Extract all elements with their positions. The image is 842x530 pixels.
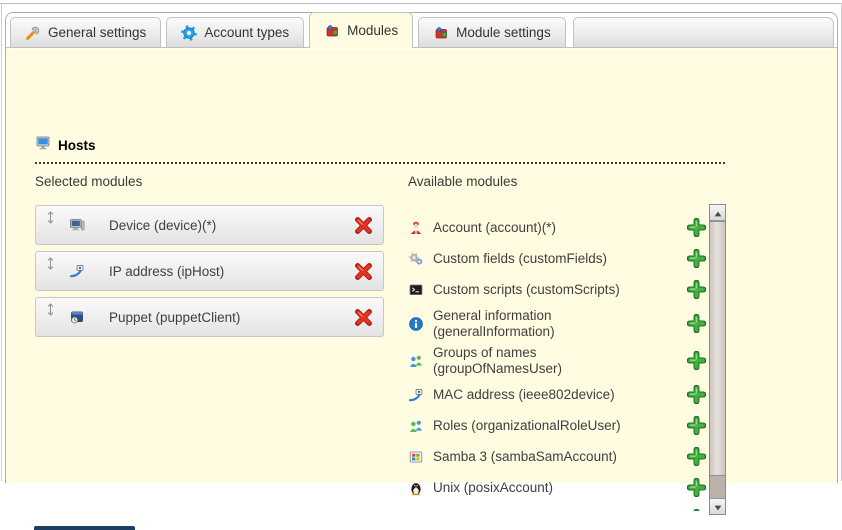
available-module-label: Roles (organizationalRoleUser) — [433, 418, 645, 434]
selected-module-row: Device (device)(*) — [35, 205, 384, 245]
available-module-label: Groups of names (groupOfNamesUser) — [433, 345, 645, 376]
available-modules-label: Available modules — [408, 174, 517, 189]
scroll-down-button[interactable] — [710, 498, 725, 514]
tab-label: Module settings — [456, 25, 551, 40]
add-module-button[interactable] — [687, 416, 706, 435]
drag-handle-icon[interactable] — [46, 303, 55, 316]
selected-module-label: IP address (ipHost) — [109, 264, 224, 279]
section-title: Hosts — [58, 138, 96, 153]
config-panel: General settings Account types Modules Modu… — [5, 12, 838, 483]
drag-handle-icon[interactable] — [46, 257, 55, 270]
available-module-label: Account (account)(*) — [433, 220, 645, 236]
available-module-row: Samba 3 (sambaSamAccount) — [408, 444, 706, 469]
add-icon — [687, 392, 706, 407]
outer-left-border — [1, 3, 2, 481]
tab-strip: General settings Account types Modules Modu… — [6, 13, 837, 48]
outer-top-border — [0, 3, 842, 4]
person-icon — [408, 220, 424, 236]
add-icon — [687, 287, 706, 302]
windows-icon — [408, 449, 424, 465]
add-module-button[interactable] — [687, 385, 706, 404]
available-module-label: Samba 3 (sambaSamAccount) — [433, 449, 645, 465]
add-icon — [687, 225, 706, 240]
add-icon — [687, 358, 706, 373]
partial-bottom-button[interactable] — [34, 526, 135, 530]
add-icon — [687, 485, 706, 500]
remove-icon — [354, 315, 373, 330]
device-icon — [69, 217, 85, 233]
add-module-button[interactable] — [687, 447, 706, 466]
tab-account-types[interactable]: Account types — [166, 17, 304, 47]
remove-icon — [354, 269, 373, 284]
tab-label: Account types — [204, 25, 289, 40]
selected-module-label: Puppet (puppetClient) — [109, 310, 240, 325]
scroll-up-icon — [714, 204, 722, 222]
available-module-row: Roles (organizationalRoleUser) — [408, 413, 706, 438]
drag-handle-icon[interactable] — [46, 211, 55, 224]
scroll-up-button[interactable] — [710, 205, 725, 221]
available-module-row: Unix (posixAccount) — [408, 475, 706, 500]
selected-modules-label: Selected modules — [35, 174, 142, 189]
add-icon — [687, 256, 706, 271]
tab-label: Modules — [347, 23, 398, 38]
available-module-row: General information (generalInformation) — [408, 308, 706, 339]
add-icon — [687, 454, 706, 469]
network-icon — [69, 263, 85, 279]
remove-module-button[interactable] — [354, 262, 373, 281]
add-module-button[interactable] — [687, 218, 706, 237]
wrench-icon — [25, 25, 41, 41]
tab-strip-filler — [573, 17, 834, 47]
available-module-row: MAC address (ieee802device) — [408, 382, 706, 407]
info-icon — [408, 316, 424, 332]
tab-modules[interactable]: Modules — [309, 12, 413, 48]
selected-module-label: Device (device)(*) — [109, 218, 216, 233]
add-module-button[interactable] — [687, 509, 706, 511]
gear-icon — [181, 25, 197, 41]
scroll-down-icon — [714, 498, 722, 516]
remove-module-button[interactable] — [354, 308, 373, 327]
add-module-button[interactable] — [687, 314, 706, 333]
available-module-row: Groups of names (groupOfNamesUser) — [408, 345, 706, 376]
add-icon — [687, 423, 706, 438]
tab-label: General settings — [48, 25, 146, 40]
group-icon — [408, 353, 424, 369]
available-module-row: Custom scripts (customScripts) — [408, 277, 706, 302]
available-module-label: MAC address (ieee802device) — [433, 387, 645, 403]
available-module-label: Custom fields (customFields) — [433, 251, 645, 267]
add-module-button[interactable] — [687, 280, 706, 299]
available-module-label: General information (generalInformation) — [433, 308, 645, 339]
selected-module-row: IP address (ipHost) — [35, 251, 384, 291]
modules-icon — [433, 25, 449, 41]
selected-module-row: Puppet (puppetClient) — [35, 297, 384, 337]
scrollbar-thumb[interactable] — [710, 221, 725, 476]
windows-icon — [408, 511, 424, 512]
tab-general-settings[interactable]: General settings — [10, 17, 161, 47]
available-modules-scrollbar[interactable] — [709, 204, 726, 515]
remove-icon — [354, 223, 373, 238]
terminal-icon — [408, 282, 424, 298]
available-module-row: Account (account)(*) — [408, 215, 706, 240]
network-icon — [408, 387, 424, 403]
tab-module-settings[interactable]: Module settings — [418, 17, 566, 47]
roles-icon — [408, 418, 424, 434]
selected-modules-list: Device (device)(*) IP address (ipHost) Pup… — [35, 205, 384, 343]
available-module-row: Custom fields (customFields) — [408, 246, 706, 271]
available-module-label: Unix (posixAccount) — [433, 480, 645, 496]
monitor-icon — [35, 135, 51, 156]
available-modules-list: Account (account)(*) Custom fields (custo… — [408, 215, 706, 511]
available-module-row: Windows (windowsHost)(*) — [408, 506, 706, 511]
available-module-label: Custom scripts (customScripts) — [433, 282, 645, 298]
puppet-icon — [69, 309, 85, 325]
tux-icon — [408, 480, 424, 496]
add-module-button[interactable] — [687, 249, 706, 268]
tab-content: Hosts Selected modules Available modules… — [6, 49, 837, 483]
modules-icon — [324, 23, 340, 39]
section-header: Hosts — [35, 135, 725, 164]
gears-icon — [408, 251, 424, 267]
remove-module-button[interactable] — [354, 216, 373, 235]
add-icon — [687, 321, 706, 336]
add-module-button[interactable] — [687, 351, 706, 370]
